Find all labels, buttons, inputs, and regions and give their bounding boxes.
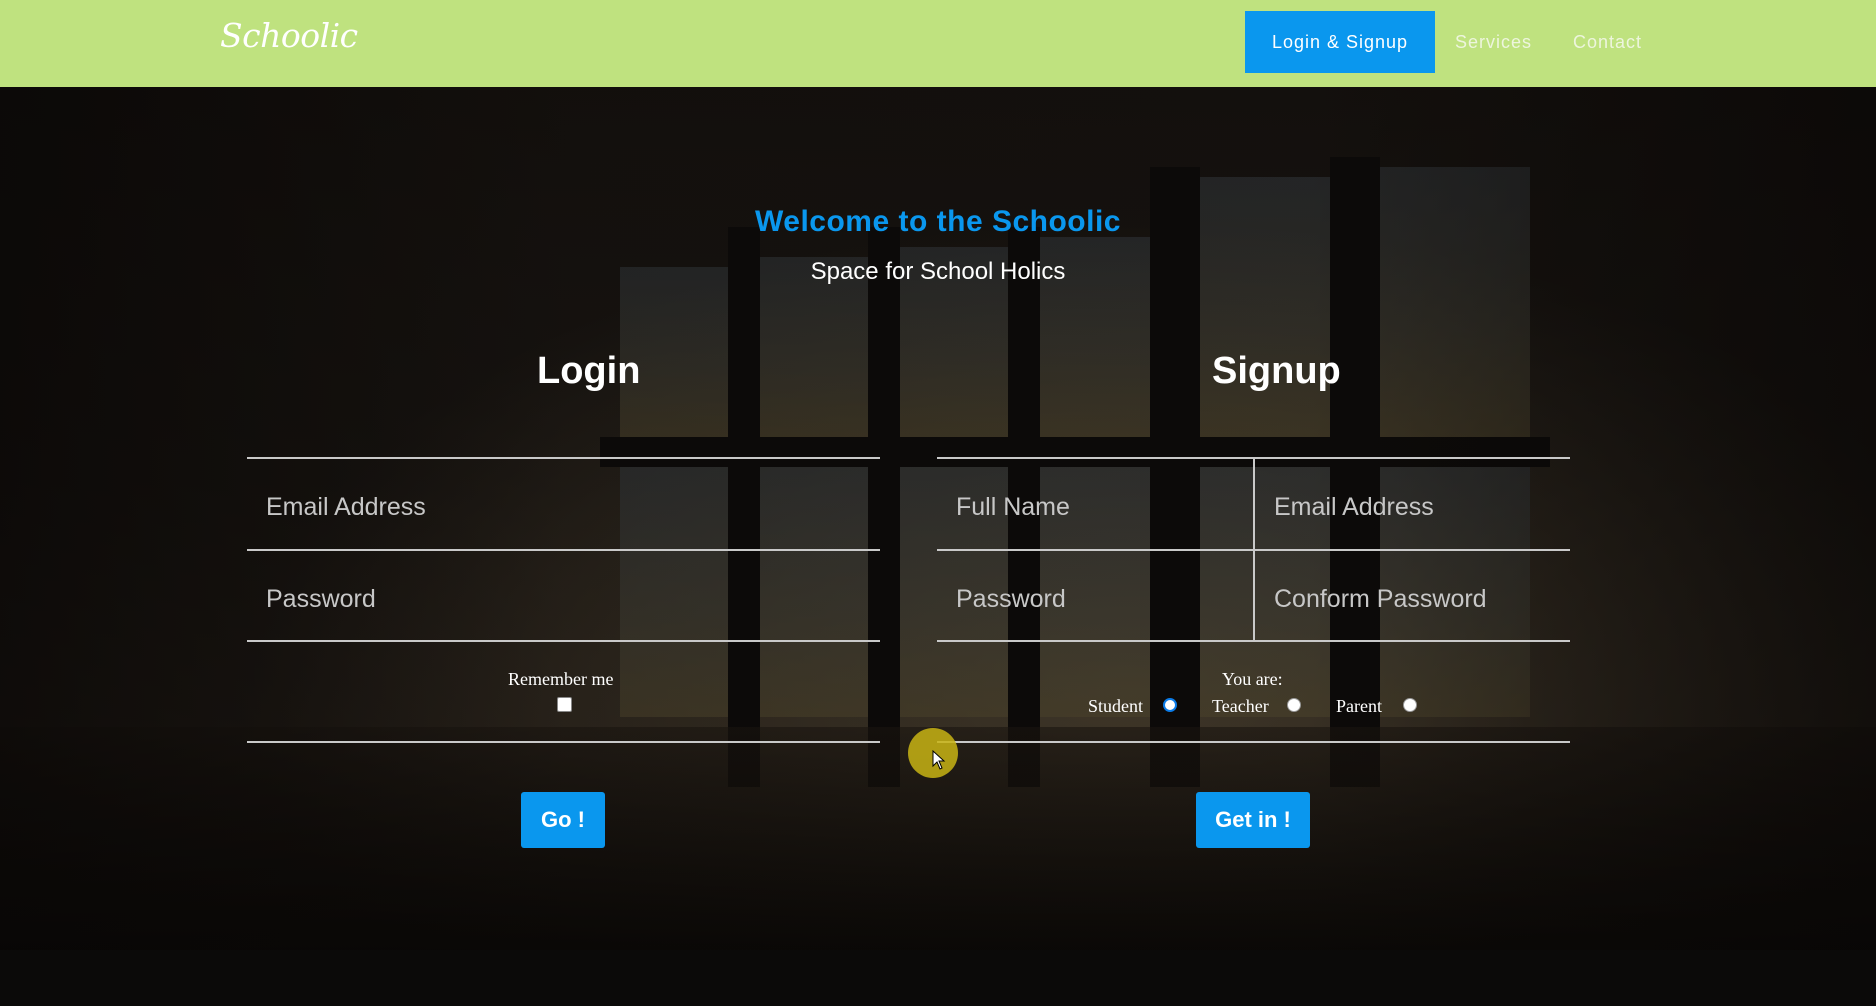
signup-title: Signup: [1212, 350, 1341, 392]
nav-services[interactable]: Services: [1455, 11, 1532, 73]
signup-password-input[interactable]: [937, 555, 1253, 643]
login-title: Login: [537, 350, 641, 392]
role-student-label: Student: [1088, 696, 1144, 716]
role-label: You are:: [1222, 669, 1283, 689]
login-divider-footer: [247, 741, 880, 743]
login-password-input[interactable]: [247, 555, 880, 643]
nav-contact[interactable]: Contact: [1573, 11, 1642, 73]
login-divider-top: [247, 457, 880, 459]
nav-login-signup[interactable]: Login & Signup: [1245, 11, 1435, 73]
login-submit-button[interactable]: Go !: [521, 792, 605, 848]
login-divider-mid: [247, 549, 880, 551]
signup-divider-footer: [937, 741, 1570, 743]
signup-divider-mid: [937, 549, 1570, 551]
signup-fullname-input[interactable]: [937, 463, 1253, 551]
role-teacher-label: Teacher: [1212, 696, 1269, 716]
page: Schoolic Login & Signup Services Contact…: [0, 0, 1876, 1006]
welcome-title: Welcome to the Schoolic: [754, 205, 1121, 238]
signup-email-input[interactable]: [1255, 463, 1570, 551]
login-divider-bottom: [247, 640, 880, 642]
welcome-subtitle: Space for School Holics: [810, 258, 1066, 285]
signup-submit-button[interactable]: Get in !: [1196, 792, 1310, 848]
role-parent-label: Parent: [1336, 696, 1382, 716]
signup-divider-bottom: [937, 640, 1570, 642]
role-teacher-radio[interactable]: [1287, 698, 1301, 712]
remember-me-checkbox[interactable]: [557, 697, 572, 712]
signup-confirm-password-input[interactable]: [1255, 555, 1570, 643]
login-email-input[interactable]: [247, 463, 880, 551]
role-parent-radio[interactable]: [1403, 698, 1417, 712]
mouse-pointer-icon: [932, 750, 946, 770]
brand-logo[interactable]: Schoolic: [220, 16, 358, 55]
remember-me-label: Remember me: [508, 669, 614, 689]
footer-band: [0, 950, 1876, 1006]
role-student-radio[interactable]: [1163, 698, 1177, 712]
navbar: Schoolic Login & Signup Services Contact: [0, 0, 1876, 87]
